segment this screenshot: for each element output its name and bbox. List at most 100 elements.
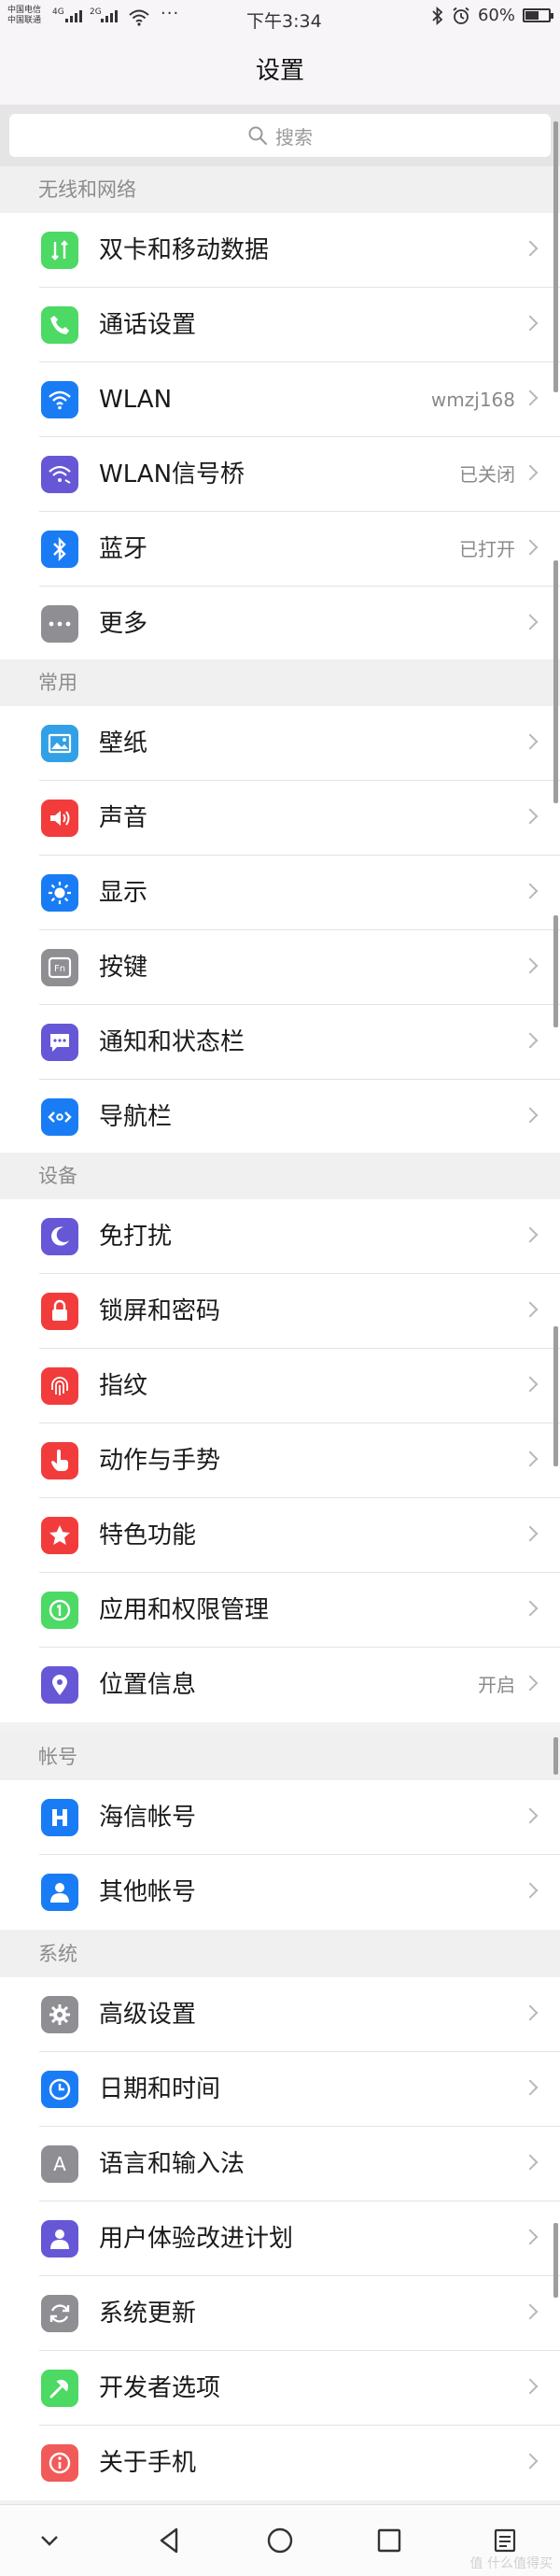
- chevron-right-icon: [522, 957, 539, 974]
- settings-row[interactable]: 指纹: [0, 1349, 560, 1423]
- settings-row[interactable]: 显示: [0, 856, 560, 930]
- page-title: 设置: [0, 37, 560, 105]
- settings-row[interactable]: A 语言和输入法: [0, 2127, 560, 2201]
- settings-row-label: 免打扰: [99, 1223, 173, 1251]
- settings-row[interactable]: 壁纸: [0, 706, 560, 781]
- chevron-right-icon: [522, 1301, 539, 1318]
- settings-row[interactable]: 关于手机: [0, 2426, 560, 2500]
- fn-key-icon: Fn: [41, 949, 78, 986]
- settings-row-value: wmzj168: [430, 389, 515, 411]
- settings-row-label: 高级设置: [99, 2001, 197, 2029]
- chevron-right-icon: [522, 1675, 539, 1691]
- settings-row-label: 蓝牙: [99, 535, 148, 563]
- settings-row-label: 动作与手势: [99, 1447, 221, 1475]
- settings-row-label: 双卡和移动数据: [99, 236, 270, 264]
- settings-row[interactable]: 双卡和移动数据: [0, 213, 560, 288]
- settings-row[interactable]: 应用和权限管理: [0, 1573, 560, 1648]
- settings-row-label: 显示: [99, 879, 148, 907]
- section-header: 常用: [0, 659, 560, 706]
- settings-row[interactable]: 导航栏: [0, 1080, 560, 1154]
- wallpaper-icon: [41, 725, 78, 762]
- chevron-right-icon: [522, 1600, 539, 1617]
- location-icon: [41, 1666, 78, 1704]
- clock-icon: [41, 2071, 78, 2108]
- settings-row-label: 声音: [99, 804, 148, 832]
- chevron-right-icon: [522, 2004, 539, 2021]
- settings-row[interactable]: 蓝牙 已打开: [0, 512, 560, 587]
- recents-icon[interactable]: [361, 2505, 417, 2576]
- user-experience-icon: [41, 2220, 78, 2258]
- status-bar: 中国电信 中国联通 4G 2G ··· 下午3:34 60%: [0, 0, 560, 37]
- collapse-icon[interactable]: [26, 2505, 73, 2576]
- chevron-right-icon: [522, 1226, 539, 1243]
- notification-icon: [41, 1024, 78, 1061]
- update-icon: [41, 2295, 78, 2332]
- settings-row[interactable]: 其他帐号: [0, 1855, 560, 1930]
- settings-row[interactable]: 免打扰: [0, 1199, 560, 1274]
- chevron-right-icon: [522, 1376, 539, 1393]
- settings-row[interactable]: 通话设置: [0, 288, 560, 362]
- settings-row[interactable]: 开发者选项: [0, 2351, 560, 2426]
- developer-icon: [41, 2370, 78, 2407]
- settings-row[interactable]: 高级设置: [0, 1977, 560, 2052]
- settings-row[interactable]: 用户体验改进计划: [0, 2201, 560, 2276]
- chevron-right-icon: [522, 733, 539, 750]
- gear-icon: [41, 1996, 78, 2033]
- chevron-right-icon: [522, 2378, 539, 2395]
- chevron-right-icon: [522, 808, 539, 825]
- settings-row-label: 更多: [99, 610, 148, 638]
- settings-row[interactable]: 动作与手势: [0, 1423, 560, 1498]
- settings-row[interactable]: 系统更新: [0, 2276, 560, 2351]
- chevron-right-icon: [522, 1107, 539, 1124]
- settings-row[interactable]: 日期和时间: [0, 2052, 560, 2127]
- brightness-icon: [41, 874, 78, 912]
- navigation-bar: 值 什么值得买: [0, 2504, 560, 2576]
- settings-row-label: 语言和输入法: [99, 2150, 245, 2178]
- dual-sim-icon: [41, 232, 78, 269]
- settings-row-label: 日期和时间: [99, 2075, 221, 2103]
- chevron-right-icon: [522, 389, 539, 406]
- battery-icon: [523, 8, 553, 22]
- section-header: 帐号: [0, 1734, 560, 1780]
- settings-row[interactable]: 声音: [0, 781, 560, 856]
- settings-row[interactable]: 特色功能: [0, 1498, 560, 1573]
- home-icon[interactable]: [252, 2505, 308, 2576]
- settings-row[interactable]: 位置信息 开启: [0, 1648, 560, 1722]
- network-type-1: 4G: [52, 7, 64, 17]
- chevron-right-icon: [522, 240, 539, 257]
- settings-row-label: 指纹: [99, 1372, 148, 1400]
- chevron-right-icon: [522, 1882, 539, 1899]
- chevron-right-icon: [522, 2079, 539, 2096]
- settings-row[interactable]: WLAN wmzj168: [0, 362, 560, 437]
- settings-row[interactable]: 更多: [0, 587, 560, 661]
- settings-row[interactable]: WLAN信号桥 已关闭: [0, 437, 560, 512]
- settings-row-label: 通话设置: [99, 311, 197, 339]
- carrier-1: 中国电信: [7, 6, 42, 15]
- battery-percent: 60%: [477, 6, 515, 25]
- settings-row[interactable]: 通知和状态栏: [0, 1005, 560, 1080]
- back-icon[interactable]: [142, 2505, 198, 2576]
- more-status-icon: ···: [161, 4, 180, 23]
- search-input[interactable]: 搜索: [9, 114, 551, 157]
- chevron-right-icon: [522, 2229, 539, 2245]
- search-placeholder: 搜索: [275, 125, 313, 149]
- settings-row-value: 开启: [478, 1674, 515, 1696]
- settings-row[interactable]: 锁屏和密码: [0, 1274, 560, 1349]
- chevron-right-icon: [522, 883, 539, 899]
- chevron-right-icon: [522, 1451, 539, 1467]
- search-icon: [248, 126, 268, 146]
- person-icon: [41, 1874, 78, 1911]
- chevron-right-icon: [522, 539, 539, 556]
- settings-row-label: 关于手机: [99, 2449, 197, 2477]
- scroll-indicator: [553, 1737, 558, 1775]
- settings-row[interactable]: 海信帐号: [0, 1780, 560, 1855]
- phone-icon: [41, 306, 78, 344]
- wifi-bridge-icon: [41, 456, 78, 493]
- sound-icon: [41, 800, 78, 837]
- settings-row[interactable]: Fn 按键: [0, 930, 560, 1005]
- chevron-right-icon: [522, 2154, 539, 2171]
- wifi-status-icon: [129, 9, 149, 26]
- scroll-indicator: [553, 1326, 558, 1466]
- chevron-right-icon: [522, 315, 539, 332]
- settings-row-label: 导航栏: [99, 1103, 173, 1131]
